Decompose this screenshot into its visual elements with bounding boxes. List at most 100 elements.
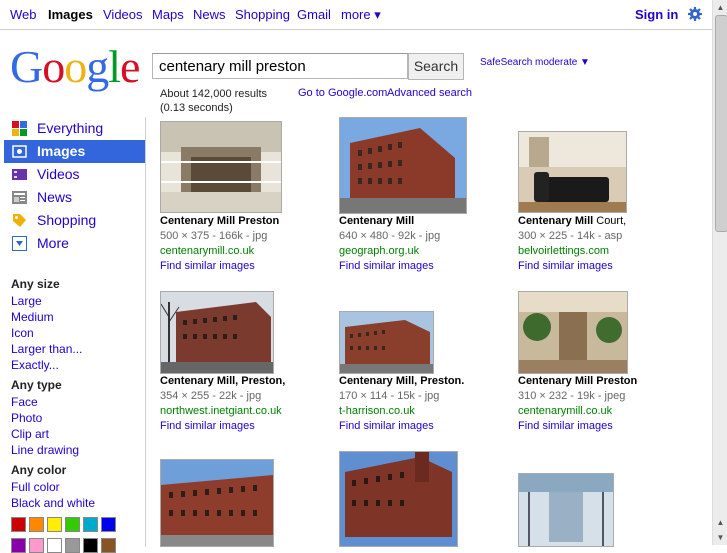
result-title[interactable]: Centenary Mill, Preston. <box>339 374 509 389</box>
type-photo[interactable]: Photo <box>11 410 141 426</box>
type-clip-art[interactable]: Clip art <box>11 426 141 442</box>
result-site[interactable]: centenarymill.co.uk <box>160 244 330 259</box>
videos-icon <box>12 169 27 180</box>
result-thumbnail[interactable] <box>518 131 627 213</box>
scroll-up-arrow-icon[interactable]: ▲ <box>713 0 727 15</box>
size-exactly[interactable]: Exactly... <box>11 357 141 373</box>
nav-videos-link[interactable]: Videos <box>103 7 143 22</box>
result-thumbnail[interactable] <box>518 473 614 547</box>
result-site[interactable]: belvoirlettings.com <box>518 244 688 259</box>
nav-divider <box>145 117 146 547</box>
leftnav-images[interactable]: Images <box>4 140 145 163</box>
result-meta: 640 × 480 - 92k - jpg <box>339 230 441 242</box>
color-swatch[interactable] <box>65 538 80 553</box>
news-icon <box>12 191 27 204</box>
color-swatch[interactable] <box>11 538 26 553</box>
atrium-plants-image <box>519 292 627 373</box>
advanced-search-link[interactable]: Advanced search <box>387 87 472 99</box>
nav-web-link[interactable]: Web <box>10 7 37 22</box>
type-face[interactable]: Face <box>11 394 141 410</box>
color-black-white[interactable]: Black and white <box>11 495 141 511</box>
color-swatch[interactable] <box>47 538 62 553</box>
sign-in-link[interactable]: Sign in <box>635 7 678 22</box>
result-thumbnail[interactable] <box>339 451 458 547</box>
result-title[interactable]: Centenary Mill Preston <box>160 214 330 229</box>
size-medium[interactable]: Medium <box>11 309 141 325</box>
type-line-drawing[interactable]: Line drawing <box>11 442 141 458</box>
go-to-google-link[interactable]: Go to Google.com <box>298 87 387 99</box>
find-similar-link[interactable]: Find similar images <box>339 419 509 434</box>
scroll-up-arrow-icon[interactable]: ▲ <box>713 515 727 530</box>
result-thumbnail[interactable] <box>160 459 274 547</box>
atrium-image <box>161 122 281 212</box>
result-site[interactable]: centenarymill.co.uk <box>518 404 688 419</box>
find-similar-link[interactable]: Find similar images <box>518 419 688 434</box>
nav-gmail-link[interactable]: Gmail <box>297 7 331 22</box>
find-similar-link[interactable]: Find similar images <box>339 259 509 274</box>
result-meta: 354 × 255 - 22k - jpg <box>160 390 262 402</box>
color-full[interactable]: Full color <box>11 479 141 495</box>
color-swatch[interactable] <box>11 517 26 532</box>
color-swatch-row <box>11 517 141 532</box>
color-swatch[interactable] <box>101 538 116 553</box>
result-title[interactable]: Centenary Mill Court, <box>518 214 688 229</box>
results-time: (0.13 seconds) <box>160 102 233 114</box>
search-button[interactable]: Search <box>408 53 464 80</box>
find-similar-link[interactable]: Find similar images <box>518 259 688 274</box>
safesearch-dropdown[interactable]: SafeSearch moderate ▼ <box>480 57 590 68</box>
result-thumbnail[interactable] <box>339 311 434 374</box>
find-similar-link[interactable]: Find similar images <box>160 259 330 274</box>
result-title[interactable]: Centenary Mill, Preston, <box>160 374 330 389</box>
size-larger-than[interactable]: Larger than... <box>11 341 141 357</box>
find-similar-link[interactable]: Find similar images <box>160 419 330 434</box>
result-item: Centenary Mill Court, 300 × 225 - 14k - … <box>518 214 688 274</box>
search-input[interactable]: centenary mill preston <box>152 53 408 79</box>
result-thumbnail[interactable] <box>160 291 274 374</box>
result-thumbnail[interactable] <box>160 121 282 213</box>
leftnav-videos[interactable]: Videos <box>4 163 145 186</box>
result-site[interactable]: geograph.org.uk <box>339 244 509 259</box>
result-item: Centenary Mill Preston 310 × 232 - 19k -… <box>518 374 688 434</box>
nav-more-link[interactable]: more ▾ <box>341 7 381 23</box>
leftnav-news[interactable]: News <box>4 186 145 209</box>
leftnav-shopping[interactable]: Shopping <box>4 209 145 232</box>
result-title[interactable]: Centenary Mill <box>339 214 509 229</box>
scroll-thumb[interactable] <box>715 15 727 232</box>
result-meta: 300 × 225 - 14k - asp <box>518 230 623 242</box>
vertical-scrollbar[interactable]: ▲ ▲ ▼ <box>712 0 727 545</box>
result-title[interactable]: Centenary Mill Preston <box>518 374 688 389</box>
nav-maps-link[interactable]: Maps <box>152 7 184 22</box>
color-swatch[interactable] <box>29 538 44 553</box>
type-filter-heading[interactable]: Any type <box>11 377 141 394</box>
google-logo[interactable]: Google <box>10 42 140 92</box>
result-thumbnail[interactable] <box>518 291 628 374</box>
scroll-down-arrow-icon[interactable]: ▼ <box>713 530 727 545</box>
result-meta: 310 × 232 - 19k - jpeg <box>518 390 626 402</box>
nav-images-link[interactable]: Images <box>48 7 93 22</box>
leftnav-everything[interactable]: Everything <box>4 117 145 140</box>
color-swatch[interactable] <box>83 538 98 553</box>
color-swatch[interactable] <box>101 517 116 532</box>
leftnav-label: News <box>37 189 73 205</box>
color-swatch[interactable] <box>47 517 62 532</box>
size-large[interactable]: Large <box>11 293 141 309</box>
color-swatch[interactable] <box>83 517 98 532</box>
color-swatch[interactable] <box>65 517 80 532</box>
nav-shopping-link[interactable]: Shopping <box>235 7 290 22</box>
size-filter-heading[interactable]: Any size <box>11 276 141 293</box>
nav-news-link[interactable]: News <box>193 7 226 22</box>
left-navigation: Everything Images Videos News Shopping M… <box>0 117 145 255</box>
color-swatch[interactable] <box>29 517 44 532</box>
leftnav-more[interactable]: More <box>4 232 145 255</box>
color-filter-heading[interactable]: Any color <box>11 462 141 479</box>
interior-hall-image <box>519 474 613 546</box>
size-icon[interactable]: Icon <box>11 325 141 341</box>
result-site[interactable]: t-harrison.co.uk <box>339 404 509 419</box>
gear-icon[interactable] <box>687 6 703 22</box>
top-navigation-bar: Web Images Videos Maps News Shopping Gma… <box>0 0 712 30</box>
shopping-icon <box>13 214 26 227</box>
result-thumbnail[interactable] <box>339 117 467 214</box>
result-site[interactable]: northwest.inetgiant.co.uk <box>160 404 330 419</box>
small-mill-image <box>340 312 433 373</box>
images-icon <box>12 145 27 158</box>
